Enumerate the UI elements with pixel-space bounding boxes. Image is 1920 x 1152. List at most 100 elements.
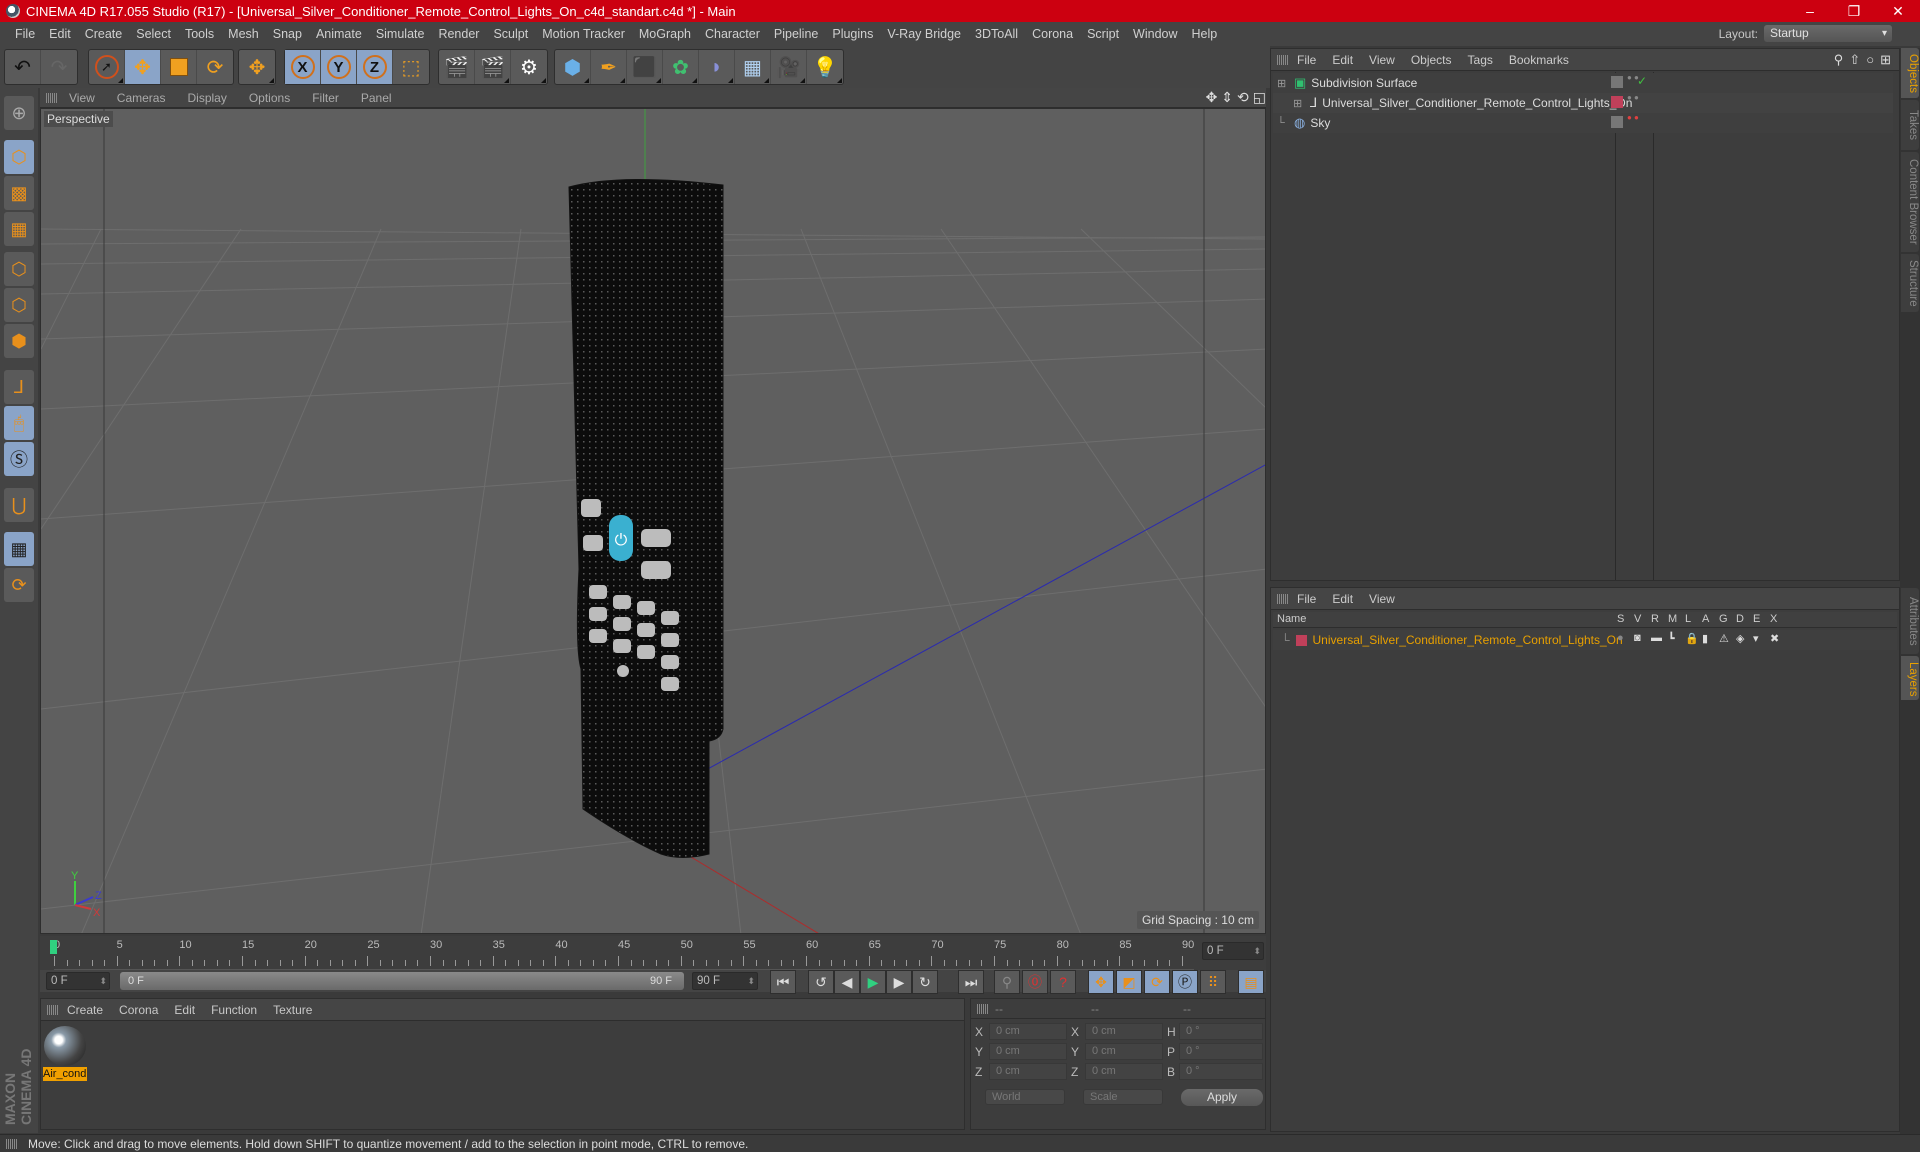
material-swatch[interactable]: Air_cond: [43, 1025, 87, 1081]
play-icon[interactable]: ▶: [860, 970, 886, 994]
object-menu-file[interactable]: File: [1289, 53, 1324, 67]
render-view-icon[interactable]: 🎬: [439, 50, 475, 84]
object-menu-view[interactable]: View: [1361, 53, 1403, 67]
menu-character[interactable]: Character: [698, 27, 767, 41]
restore-icon[interactable]: ❐: [1832, 0, 1876, 22]
menu-motion-tracker[interactable]: Motion Tracker: [535, 27, 632, 41]
snap-icon[interactable]: ⋃: [4, 488, 34, 522]
subdivision-icon[interactable]: ⬛: [627, 50, 663, 84]
keyframe-selection-icon[interactable]: ⚲: [994, 970, 1020, 994]
object-name[interactable]: Universal_Silver_Conditioner_Remote_Cont…: [1322, 96, 1632, 110]
generators-icon[interactable]: ⚠: [1719, 632, 1729, 645]
rotate-icon[interactable]: ⟳: [197, 50, 233, 84]
solo-icon[interactable]: Ⓢ: [4, 442, 34, 476]
world-coordinates-icon[interactable]: ⬚: [393, 50, 429, 84]
render-picture-viewer-icon[interactable]: 🎬: [475, 50, 511, 84]
key-scale-icon[interactable]: ◩: [1116, 970, 1142, 994]
camera-icon[interactable]: 🎥: [771, 50, 807, 84]
start-frame-field[interactable]: 0 F: [46, 972, 110, 990]
model-mode-icon[interactable]: ⬡: [4, 140, 34, 174]
display-tag-icon[interactable]: [1611, 116, 1623, 128]
visibility-dots-icon[interactable]: ● ●: [1627, 114, 1639, 122]
tab-takes[interactable]: Takes: [1901, 100, 1919, 150]
menu-pipeline[interactable]: Pipeline: [767, 27, 825, 41]
layer-name[interactable]: Universal_Silver_Conditioner_Remote_Cont…: [1313, 633, 1623, 647]
object-row[interactable]: ⊞ ▣ Subdivision Surface ● ● ✓: [1273, 73, 1893, 93]
dolly-icon[interactable]: ⇕: [1221, 89, 1233, 106]
move-icon[interactable]: ✥: [125, 50, 161, 84]
layer-column-v[interactable]: V: [1634, 613, 1641, 625]
maximize-view-icon[interactable]: ◱: [1253, 89, 1266, 106]
expressions-icon[interactable]: ▾: [1753, 632, 1759, 645]
pen-spline-icon[interactable]: ✒: [591, 50, 627, 84]
layer-color-swatch[interactable]: [1611, 96, 1623, 108]
viewport-menu-view[interactable]: View: [58, 91, 106, 105]
key-position-icon[interactable]: ✥: [1088, 970, 1114, 994]
enabled-check-icon[interactable]: ✓: [1637, 74, 1647, 88]
menu-edit[interactable]: Edit: [42, 27, 78, 41]
go-to-start-icon[interactable]: ⏮: [770, 970, 796, 994]
y-axis-icon[interactable]: Y: [321, 50, 357, 84]
coord-value-field[interactable]: 0 °: [1179, 1023, 1263, 1040]
object-name[interactable]: Sky: [1310, 116, 1330, 130]
previous-frame-icon[interactable]: ◀: [834, 970, 860, 994]
lock-icon[interactable]: 🔒: [1685, 632, 1699, 645]
viewport-perspective[interactable]: ⏻ Y Z X Perspective Grid Spacing: 10 cm: [40, 108, 1266, 934]
floor-icon[interactable]: ▦: [735, 50, 771, 84]
layer-column-m[interactable]: M: [1668, 613, 1677, 625]
layer-column-x[interactable]: X: [1770, 613, 1777, 625]
timeline-ruler[interactable]: 0 5 10 15 20 25 30 35 40 45 50 55 60 65 70 75 80 85 90 0 F: [40, 936, 1266, 970]
menu-corona[interactable]: Corona: [1025, 27, 1080, 41]
layer-column-d[interactable]: D: [1736, 613, 1744, 625]
redo-icon[interactable]: ↷: [41, 50, 77, 84]
coord-value-field[interactable]: 0 cm: [1085, 1023, 1163, 1040]
render-icon[interactable]: ▬: [1651, 632, 1662, 644]
minimize-icon[interactable]: –: [1788, 0, 1832, 22]
menu-v-ray-bridge[interactable]: V-Ray Bridge: [880, 27, 968, 41]
x-axis-icon[interactable]: X: [285, 50, 321, 84]
coord-value-field[interactable]: 0 °: [1179, 1043, 1263, 1060]
layer-menu-view[interactable]: View: [1361, 592, 1403, 606]
edges-mode-icon[interactable]: ⬡: [4, 288, 34, 322]
move-alt-icon[interactable]: ✥: [239, 50, 275, 84]
cube-icon[interactable]: ⬢: [555, 50, 591, 84]
undo-icon[interactable]: ↶: [5, 50, 41, 84]
menu-plugins[interactable]: Plugins: [825, 27, 880, 41]
texture-mode-icon[interactable]: ▩: [4, 176, 34, 210]
timeline-window-icon[interactable]: ▤: [1238, 970, 1264, 994]
key-parameter-icon[interactable]: Ⓟ: [1172, 970, 1198, 994]
coord-value-field[interactable]: 0 cm: [989, 1023, 1067, 1040]
layer-column-e[interactable]: E: [1753, 613, 1760, 625]
scale-icon[interactable]: [161, 50, 197, 84]
material-menu-corona[interactable]: Corona: [111, 1003, 166, 1017]
orbit-icon[interactable]: ⟲: [1237, 89, 1249, 106]
deformer-icon[interactable]: ◗: [699, 50, 735, 84]
object-name[interactable]: Subdivision Surface: [1311, 76, 1417, 90]
filter-icon[interactable]: ○: [1866, 52, 1874, 68]
z-axis-icon[interactable]: Z: [357, 50, 393, 84]
display-tag-icon[interactable]: [1611, 76, 1623, 88]
layer-column-s[interactable]: S: [1617, 613, 1624, 625]
menu-create[interactable]: Create: [78, 27, 130, 41]
workplane-rotate-icon[interactable]: ⟳: [4, 568, 34, 602]
menu-mograph[interactable]: MoGraph: [632, 27, 698, 41]
solo-icon[interactable]: ●: [1617, 632, 1624, 644]
menu-3dtoall[interactable]: 3DToAll: [968, 27, 1025, 41]
viewport-menu-panel[interactable]: Panel: [350, 91, 403, 105]
remote-control-model[interactable]: [568, 178, 724, 858]
layer-menu-file[interactable]: File: [1289, 592, 1324, 606]
viewport-menu-cameras[interactable]: Cameras: [106, 91, 177, 105]
object-menu-tags[interactable]: Tags: [1460, 53, 1501, 67]
tweak-mode-icon[interactable]: 🖱: [4, 406, 34, 440]
menu-window[interactable]: Window: [1126, 27, 1184, 41]
autokey-icon[interactable]: ?: [1050, 970, 1076, 994]
new-window-icon[interactable]: ⊞: [1880, 52, 1891, 68]
menu-select[interactable]: Select: [129, 27, 178, 41]
layer-column-name[interactable]: Name: [1277, 613, 1306, 625]
points-mode-icon[interactable]: ⬡: [4, 252, 34, 286]
close-icon[interactable]: ✕: [1876, 0, 1920, 22]
axis-mode-icon[interactable]: ⅃: [4, 370, 34, 404]
coordinate-system-dropdown[interactable]: World: [985, 1089, 1065, 1105]
tab-attributes[interactable]: Attributes: [1901, 588, 1919, 654]
record-icon[interactable]: ⓪: [1022, 970, 1048, 994]
